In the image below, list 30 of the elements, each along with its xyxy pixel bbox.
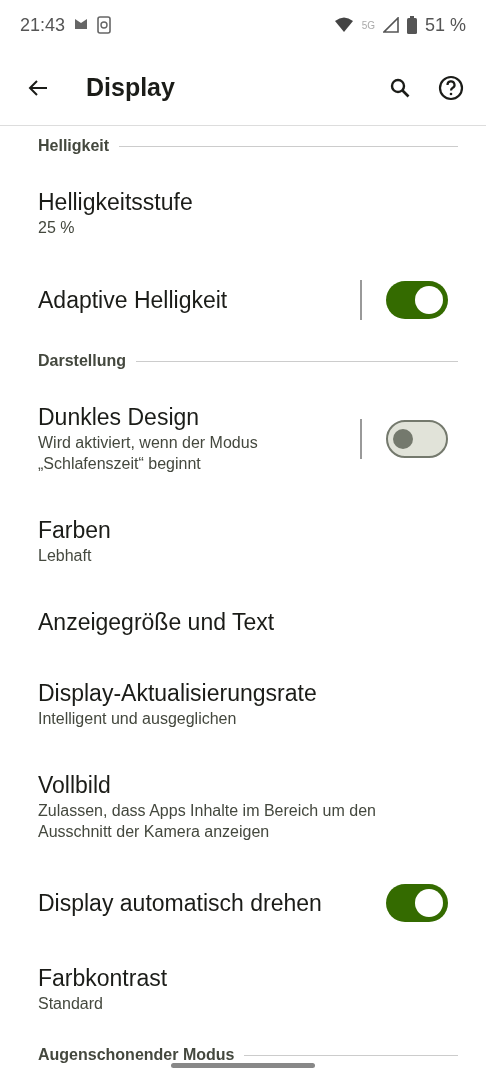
signal-icon	[382, 17, 399, 33]
setting-summary: Lebhaft	[38, 546, 93, 566]
battery-icon	[406, 16, 417, 34]
setting-summary: Wird aktiviert, wenn der Modus „Schlafenszeit“ beginnt	[38, 433, 259, 474]
setting-title[interactable]: Display automatisch drehen	[38, 888, 386, 918]
toggle-switch[interactable]	[386, 281, 448, 319]
page-title: Display	[86, 73, 176, 102]
battery-level: 51 %	[424, 14, 466, 36]
setting-summary: Intelligent und ausgeglichen	[38, 709, 238, 729]
clock: 21:43	[20, 14, 66, 36]
setting-title[interactable]: Adaptive Helligkeit	[38, 285, 350, 315]
setting-title[interactable]: Vollbild	[38, 771, 448, 800]
setting-title[interactable]: Dunkles Design	[38, 403, 350, 432]
setting-summary: 25 %	[38, 218, 76, 238]
wifi-icon	[333, 17, 354, 33]
section-header: Augenschonender Modus	[38, 1045, 235, 1065]
setting-title[interactable]: Display-Aktualisierungsrate	[38, 679, 448, 708]
setting-title[interactable]: Farben	[38, 516, 448, 545]
toggle-switch[interactable]	[386, 419, 448, 458]
section-header: Helligkeit	[38, 136, 110, 156]
setting-summary: Standard	[38, 994, 104, 1014]
help-icon	[438, 74, 464, 101]
toggle-switch[interactable]	[386, 884, 448, 922]
setting-summary: Zulassen, dass Apps Inhalte im Bereich um den Ausschnitt der Kamera anzeigen	[38, 801, 377, 842]
network-label: 5G	[361, 19, 375, 31]
section-header: Darstellung	[38, 351, 126, 371]
setting-title[interactable]: Farbkontrast	[38, 964, 448, 993]
setting-title[interactable]: Anzeigegröße und Text	[38, 608, 448, 637]
setting-title[interactable]: Helligkeitsstufe	[38, 188, 448, 217]
navigation-handle[interactable]	[171, 1063, 315, 1068]
